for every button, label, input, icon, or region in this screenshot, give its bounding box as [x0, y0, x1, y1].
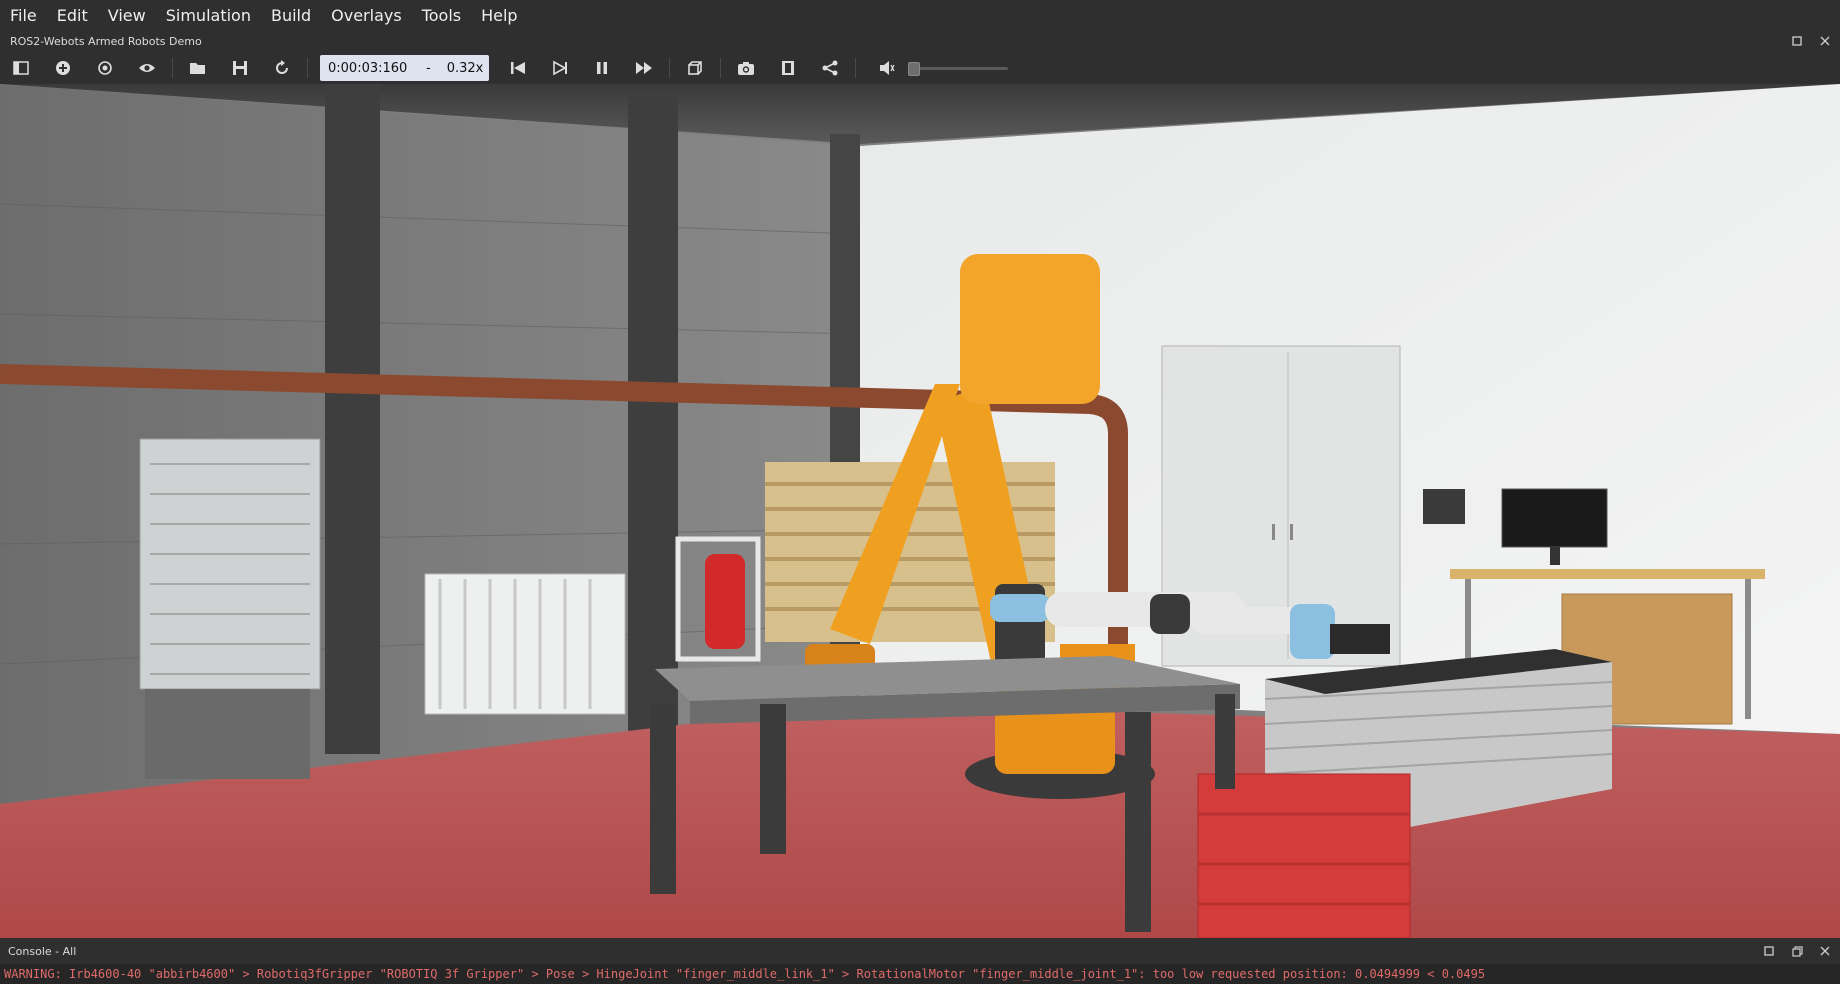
simulation-time: 0:00:03:160 — [328, 60, 408, 76]
toolbar-separator — [172, 58, 173, 78]
volume-slider[interactable] — [908, 61, 1009, 76]
share-icon[interactable] — [815, 55, 845, 81]
toolbar-separator — [669, 58, 671, 78]
cube-view-icon[interactable] — [680, 55, 710, 81]
red-crate — [1197, 773, 1411, 938]
cabinet-base — [145, 689, 310, 779]
pillar — [325, 84, 380, 754]
simulation-speed: 0.32x — [446, 60, 484, 76]
volume-slider-handle[interactable] — [908, 61, 921, 76]
maximize-icon[interactable] — [1790, 34, 1804, 48]
console-output[interactable]: WARNING: Irb4600-40 "abbirb4600" > Robot… — [0, 964, 1840, 984]
add-node-icon[interactable] — [48, 55, 78, 81]
telephone — [1423, 489, 1465, 524]
reload-icon[interactable] — [267, 55, 297, 81]
close-icon[interactable] — [1818, 944, 1832, 958]
window-title-bar: ROS2-Webots Armed Robots Demo — [0, 30, 1840, 52]
close-icon[interactable] — [1818, 34, 1832, 48]
step-back-icon[interactable] — [503, 55, 533, 81]
menu-simulation[interactable]: Simulation — [156, 6, 261, 25]
toolbar-separator — [720, 58, 722, 78]
menu-build[interactable]: Build — [261, 6, 321, 25]
fire-extinguisher — [705, 554, 745, 649]
camera-icon[interactable] — [731, 55, 761, 81]
menu-view[interactable]: View — [98, 6, 156, 25]
3d-viewport[interactable] — [0, 84, 1840, 938]
float-icon[interactable] — [1790, 944, 1804, 958]
pause-icon[interactable] — [587, 55, 617, 81]
menu-bar: File Edit View Simulation Build Overlays… — [0, 0, 1840, 30]
film-icon[interactable] — [773, 55, 803, 81]
scene-render — [0, 84, 1840, 938]
time-separator: - — [426, 60, 431, 76]
fast-forward-icon[interactable] — [629, 55, 659, 81]
table-leg — [1125, 712, 1151, 932]
save-icon[interactable] — [225, 55, 255, 81]
main-toolbar: 0:00:03:160 - 0.32x — [0, 52, 1840, 84]
toolbar-separator — [855, 58, 857, 78]
table-leg — [650, 704, 676, 894]
console-header: Console - All — [0, 938, 1840, 964]
menu-file[interactable]: File — [0, 6, 47, 25]
console-warning-message: WARNING: Irb4600-40 "abbirb4600" > Robot… — [4, 967, 1486, 981]
toggle-scene-tree-icon[interactable] — [6, 55, 36, 81]
monitor — [1501, 488, 1608, 548]
eye-icon[interactable] — [132, 55, 162, 81]
reset-view-icon[interactable] — [90, 55, 120, 81]
console-title: Console - All — [8, 944, 77, 958]
window-title: ROS2-Webots Armed Robots Demo — [10, 34, 202, 48]
step-icon[interactable] — [545, 55, 575, 81]
menu-tools[interactable]: Tools — [412, 6, 471, 25]
volume-control — [866, 55, 1009, 81]
desk — [1450, 569, 1765, 579]
menu-edit[interactable]: Edit — [47, 6, 98, 25]
open-folder-icon[interactable] — [183, 55, 213, 81]
electrical-cabinet — [139, 438, 321, 690]
volume-mute-icon[interactable] — [872, 55, 902, 81]
menu-overlays[interactable]: Overlays — [321, 6, 412, 25]
menu-help[interactable]: Help — [471, 6, 527, 25]
toolbar-separator — [307, 58, 308, 78]
table-leg — [1215, 694, 1235, 789]
maximize-icon[interactable] — [1762, 944, 1776, 958]
radiator — [424, 573, 626, 715]
table-leg — [760, 704, 786, 854]
pillar — [628, 94, 678, 734]
simulation-time-box: 0:00:03:160 - 0.32x — [320, 55, 490, 81]
